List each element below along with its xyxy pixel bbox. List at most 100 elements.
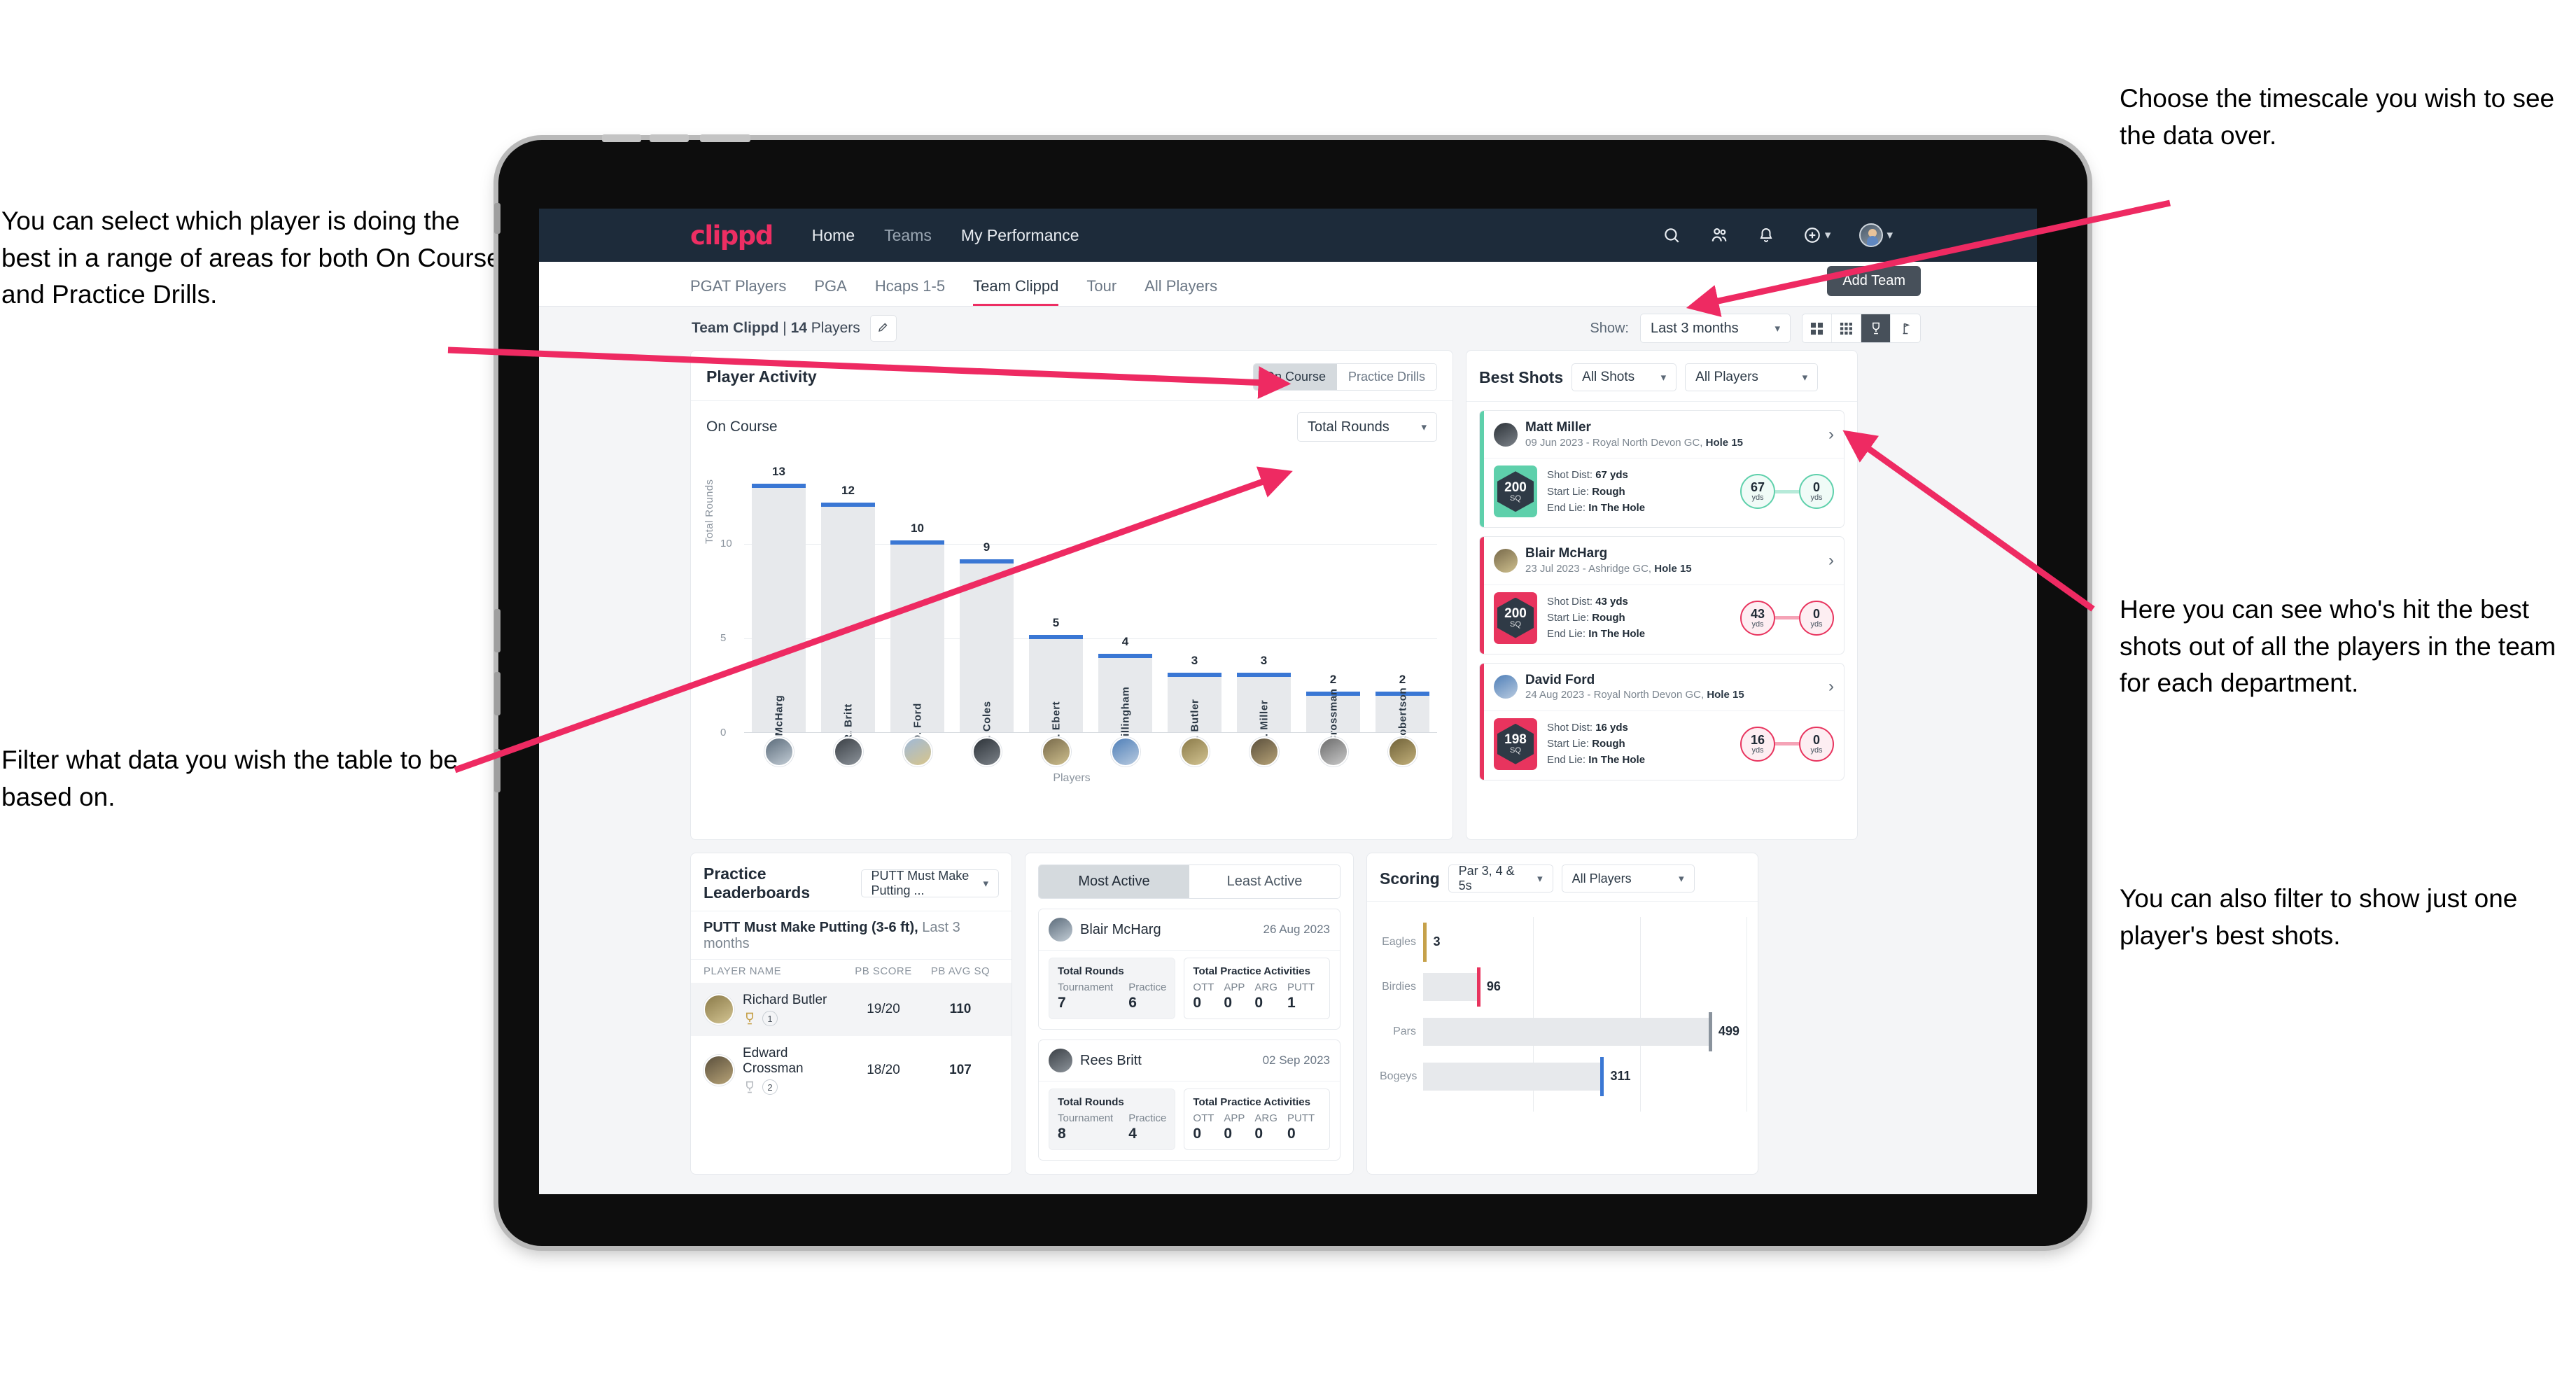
chevron-right-icon[interactable]: › <box>1828 425 1834 444</box>
avatar[interactable] <box>833 737 863 766</box>
leaderboard-column-headers: PLAYER NAME PB SCORE PB AVG SQ <box>691 960 1011 983</box>
tab-least-active[interactable]: Least Active <box>1189 865 1340 898</box>
scoring-bar-row[interactable]: Bogeys 311 <box>1380 1054 1745 1099</box>
shot-quality-value: 200 <box>1504 606 1527 621</box>
edit-team-button[interactable] <box>869 315 897 342</box>
activity-player-card[interactable]: Blair McHarg 26 Aug 2023 Total Rounds Tourn… <box>1038 909 1340 1030</box>
tab-pgat-players[interactable]: PGAT Players <box>690 277 786 306</box>
avatar[interactable] <box>1318 737 1348 766</box>
chart-avatar-cell[interactable] <box>1298 737 1368 766</box>
chart-bar-cell[interactable]: 2 C. Robertson <box>1368 468 1437 758</box>
segment-on-course[interactable]: On Course <box>1253 364 1337 390</box>
tab-most-active[interactable]: Most Active <box>1039 865 1189 898</box>
drill-select[interactable]: PUTT Must Make Putting ... ▾ <box>860 869 999 897</box>
avatar <box>704 994 734 1025</box>
flagstick-icon[interactable] <box>1891 314 1920 342</box>
chevron-right-icon[interactable]: › <box>1828 677 1834 696</box>
shot-quality-unit: SQ <box>1510 493 1521 503</box>
chart-avatar-cell[interactable] <box>883 737 952 766</box>
scoring-bar[interactable] <box>1423 973 1478 1001</box>
tablet-button-1 <box>602 134 641 142</box>
segment-practice-drills[interactable]: Practice Drills <box>1336 364 1436 390</box>
grid-small-icon[interactable] <box>1832 314 1861 342</box>
tab-all-players[interactable]: All Players <box>1144 277 1217 306</box>
total-rounds-box: Total Rounds Tournament 7 Practice 6 <box>1049 958 1176 1019</box>
chart-bar-cell[interactable]: 3 M. Miller <box>1229 468 1298 746</box>
scoring-bar-row[interactable]: Birdies 96 <box>1380 965 1745 1009</box>
chart-bar-cell[interactable]: 12 R. Britt <box>813 468 883 742</box>
best-shot-card[interactable]: David Ford 24 Aug 2023 - Royal North Devo… <box>1479 662 1844 780</box>
trophy-icon[interactable] <box>1861 314 1891 342</box>
chart-avatar-cell[interactable] <box>744 737 813 766</box>
chart-avatar-cell[interactable] <box>813 737 883 766</box>
avatar[interactable] <box>972 737 1002 766</box>
activity-tab-toggle[interactable]: Most Active Least Active <box>1038 864 1340 899</box>
chart-bar-cell[interactable]: 2 E. Crossman <box>1298 468 1368 757</box>
tab-tour[interactable]: Tour <box>1086 277 1116 306</box>
chart-bar-cell[interactable]: 4 D. Billingham <box>1091 468 1160 759</box>
chart-avatar-cell[interactable] <box>1021 737 1091 766</box>
metric-select[interactable]: Total Rounds ▾ <box>1297 412 1437 442</box>
nav-link-home[interactable]: Home <box>812 226 855 245</box>
scoring-player-select[interactable]: All Players ▾ <box>1561 864 1695 892</box>
pencil-icon <box>877 321 890 337</box>
plus-circle-menu[interactable]: ▾ <box>1803 226 1830 244</box>
avatar[interactable] <box>1180 737 1210 766</box>
scoring-bar-cap <box>1476 967 1480 1007</box>
search-icon[interactable] <box>1662 226 1681 244</box>
chart-bar-cell[interactable]: 13 B. McHarg <box>744 465 813 750</box>
chevron-down-icon: ▾ <box>1537 873 1543 885</box>
timescale-select[interactable]: Last 3 months ▾ <box>1640 314 1791 343</box>
add-team-button[interactable]: Add Team <box>1827 266 1921 296</box>
tab-hcaps-1-5[interactable]: Hcaps 1-5 <box>875 277 945 306</box>
activity-player-card[interactable]: Rees Britt 02 Sep 2023 Total Rounds Tournam… <box>1038 1040 1340 1161</box>
chart-avatar-cell[interactable] <box>1229 737 1298 766</box>
table-row[interactable]: Edward Crossman 2 18/20 107 <box>691 1036 1011 1105</box>
chart-bar-cell[interactable]: 5 E. Ebert <box>1021 468 1091 744</box>
chart-avatar-cell[interactable] <box>1091 737 1160 766</box>
tab-team-clippd[interactable]: Team Clippd <box>973 277 1059 306</box>
clippd-logo[interactable]: clippd <box>690 220 774 251</box>
nav-link-teams[interactable]: Teams <box>884 226 932 245</box>
course-drills-toggle[interactable]: On Course Practice Drills <box>1252 363 1437 391</box>
shot-from-unit: yds <box>1751 746 1764 755</box>
chart-bar-cell[interactable]: 3 R. Butler <box>1160 468 1229 746</box>
chart-avatar-cell[interactable] <box>1368 737 1437 766</box>
avatar[interactable] <box>764 737 794 766</box>
chart-bar-cell[interactable]: 10 D. Ford <box>883 468 952 743</box>
chart-bar[interactable] <box>820 503 876 733</box>
avatar[interactable] <box>1110 737 1140 766</box>
avatar[interactable] <box>902 737 932 766</box>
par-filter-select[interactable]: Par 3, 4 & 5s ▾ <box>1448 864 1553 892</box>
avatar[interactable] <box>1387 737 1418 766</box>
view-mode-toggle[interactable] <box>1802 314 1921 343</box>
nav-link-my-performance[interactable]: My Performance <box>961 226 1079 245</box>
chart-bar-cell[interactable]: 9 J. Coles <box>952 468 1021 745</box>
pb-avg-sq-value: 107 <box>949 1063 972 1077</box>
scoring-bar[interactable] <box>1423 1063 1602 1091</box>
end-lie-line: End Lie: In The Hole <box>1547 628 1646 640</box>
chart-avatar-cell[interactable] <box>952 737 1021 766</box>
table-row[interactable]: Richard Butler 1 19/20 110 <box>691 983 1011 1036</box>
shot-from-circle: 67 yds <box>1740 474 1775 510</box>
scoring-bar[interactable] <box>1423 1018 1710 1046</box>
shot-type-select[interactable]: All Shots ▾ <box>1572 363 1677 391</box>
avatar[interactable] <box>1249 737 1279 766</box>
bell-icon[interactable] <box>1758 226 1774 244</box>
grid-large-icon[interactable] <box>1802 314 1832 342</box>
pb-score-value: 18/20 <box>867 1063 900 1077</box>
best-shot-card[interactable]: Matt Miller 09 Jun 2023 - Royal North Dev… <box>1479 410 1844 528</box>
chevron-right-icon[interactable]: › <box>1828 551 1834 570</box>
scoring-bar-row[interactable]: Pars 499 <box>1380 1009 1745 1054</box>
avatar-menu[interactable]: ▾ <box>1859 223 1893 247</box>
chevron-down-icon: ▾ <box>1802 372 1808 384</box>
best-shots-player-select[interactable]: All Players ▾ <box>1685 363 1819 391</box>
people-icon[interactable] <box>1709 226 1729 244</box>
scoring-bar-row[interactable]: Eagles 3 <box>1380 920 1745 965</box>
best-shot-card[interactable]: Blair McHarg 23 Jul 2023 - Ashridge GC, H… <box>1479 536 1844 654</box>
scoring-bar-label: Bogeys <box>1380 1070 1418 1082</box>
chart-avatar-cell[interactable] <box>1160 737 1229 766</box>
tab-pga[interactable]: PGA <box>814 277 846 306</box>
avatar[interactable] <box>1041 737 1071 766</box>
par-filter-value: Par 3, 4 & 5s <box>1458 864 1515 892</box>
